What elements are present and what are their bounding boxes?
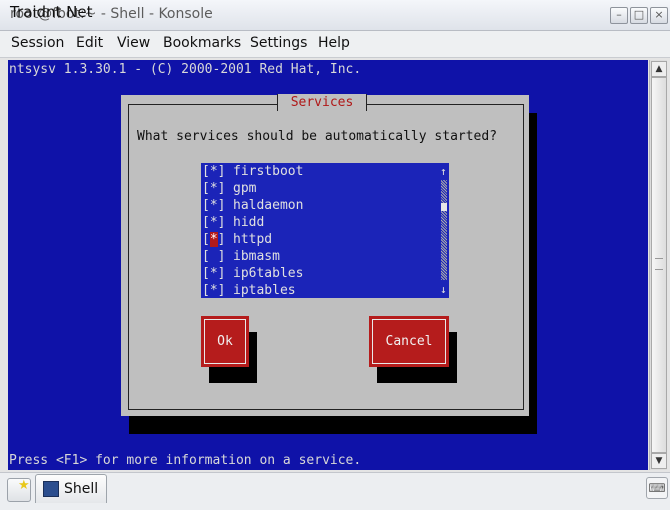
service-checkbox[interactable]: [ ] [202,249,225,264]
terminal-scrollbar[interactable]: ▲ ▼ [649,60,667,470]
list-item[interactable]: [*] gpm [201,180,449,197]
list-item[interactable]: [ ] ibmasm [201,248,449,265]
service-name: iptables [233,283,296,298]
services-list[interactable]: [*] firstboot [*] gpm [*] haldaemon [*] … [201,163,449,298]
new-session-star-icon: ★ [18,478,30,493]
new-session-button[interactable]: ★ [7,478,31,502]
menu-view[interactable]: View [117,35,150,51]
list-scroll-track [441,180,447,280]
keyboard-icon[interactable]: ⌨ [646,477,668,499]
service-checkbox[interactable]: [*] [202,283,225,298]
list-item[interactable]: [*] ip6tables [201,265,449,282]
terminal-icon [43,481,59,497]
menu-bar: Session Edit View Bookmarks Settings Hel… [0,31,670,58]
service-checkbox[interactable]: [*] [202,164,225,179]
list-item[interactable]: [*] haldaemon [201,197,449,214]
list-item[interactable]: [*] iptables [201,282,449,299]
menu-edit[interactable]: Edit [76,35,103,51]
ok-button[interactable]: Ok [201,316,249,367]
maximize-button[interactable]: □ [630,7,648,24]
list-item[interactable]: [*] hidd [201,214,449,231]
dialog-shadow-right [529,113,537,434]
list-scroll-down-icon[interactable]: ↓ [440,284,447,296]
window-titlebar[interactable]: root@fbot:~ - Shell - Konsole Traidnt Ne… [0,0,670,31]
menu-session[interactable]: Session [11,35,64,51]
service-checkbox[interactable]: [*] [202,266,225,281]
service-name: ibmasm [233,249,280,264]
scrollbar-thumb[interactable] [651,77,667,453]
service-checkbox[interactable]: [*] [202,198,225,213]
list-item[interactable]: [*] firstboot [201,163,449,180]
dialog-title: Services [277,94,367,111]
terminal-header-line: ntsysv 1.3.30.1 - (C) 2000-2001 Red Hat,… [9,62,362,77]
service-checkbox[interactable]: [*] [202,181,225,196]
menu-help[interactable]: Help [318,35,350,51]
list-item-focused[interactable]: [*] httpd [201,231,449,248]
tab-shell[interactable]: Shell [35,474,107,503]
service-name: ip6tables [233,266,304,281]
list-scrollbar[interactable]: ↑ ↓ [439,163,449,298]
ok-button-label: Ok [217,334,233,349]
list-scroll-thumb[interactable] [441,203,447,211]
scrollbar-grip-icon [655,258,663,270]
scroll-up-arrow-icon[interactable]: ▲ [651,61,667,77]
menu-bookmarks[interactable]: Bookmarks [163,35,241,51]
terminal-footer-line: Press <F1> for more information on a ser… [9,453,362,468]
service-name: gpm [233,181,257,196]
cancel-button-label: Cancel [385,334,433,349]
service-checkbox-focused[interactable]: [*] [202,232,225,247]
watermark-text: Traidnt Net [10,3,93,21]
service-name: firstboot [233,164,304,179]
dialog-shadow-bottom [129,416,537,434]
service-name: hidd [233,215,265,230]
service-name: httpd [233,232,273,247]
focused-check-mark: * [209,232,218,247]
list-scroll-up-icon[interactable]: ↑ [440,166,447,178]
cancel-button[interactable]: Cancel [369,316,449,367]
service-checkbox[interactable]: [*] [202,215,225,230]
scroll-down-arrow-icon[interactable]: ▼ [651,453,667,469]
konsole-tabbar: ★ Shell ⌨ [0,472,670,510]
dialog-question: What services should be automatically st… [137,129,498,144]
menu-settings[interactable]: Settings [250,35,307,51]
tab-shell-label: Shell [64,481,99,497]
minimize-button[interactable]: – [610,7,628,24]
service-name: haldaemon [233,198,304,213]
close-button[interactable]: × [650,7,668,24]
